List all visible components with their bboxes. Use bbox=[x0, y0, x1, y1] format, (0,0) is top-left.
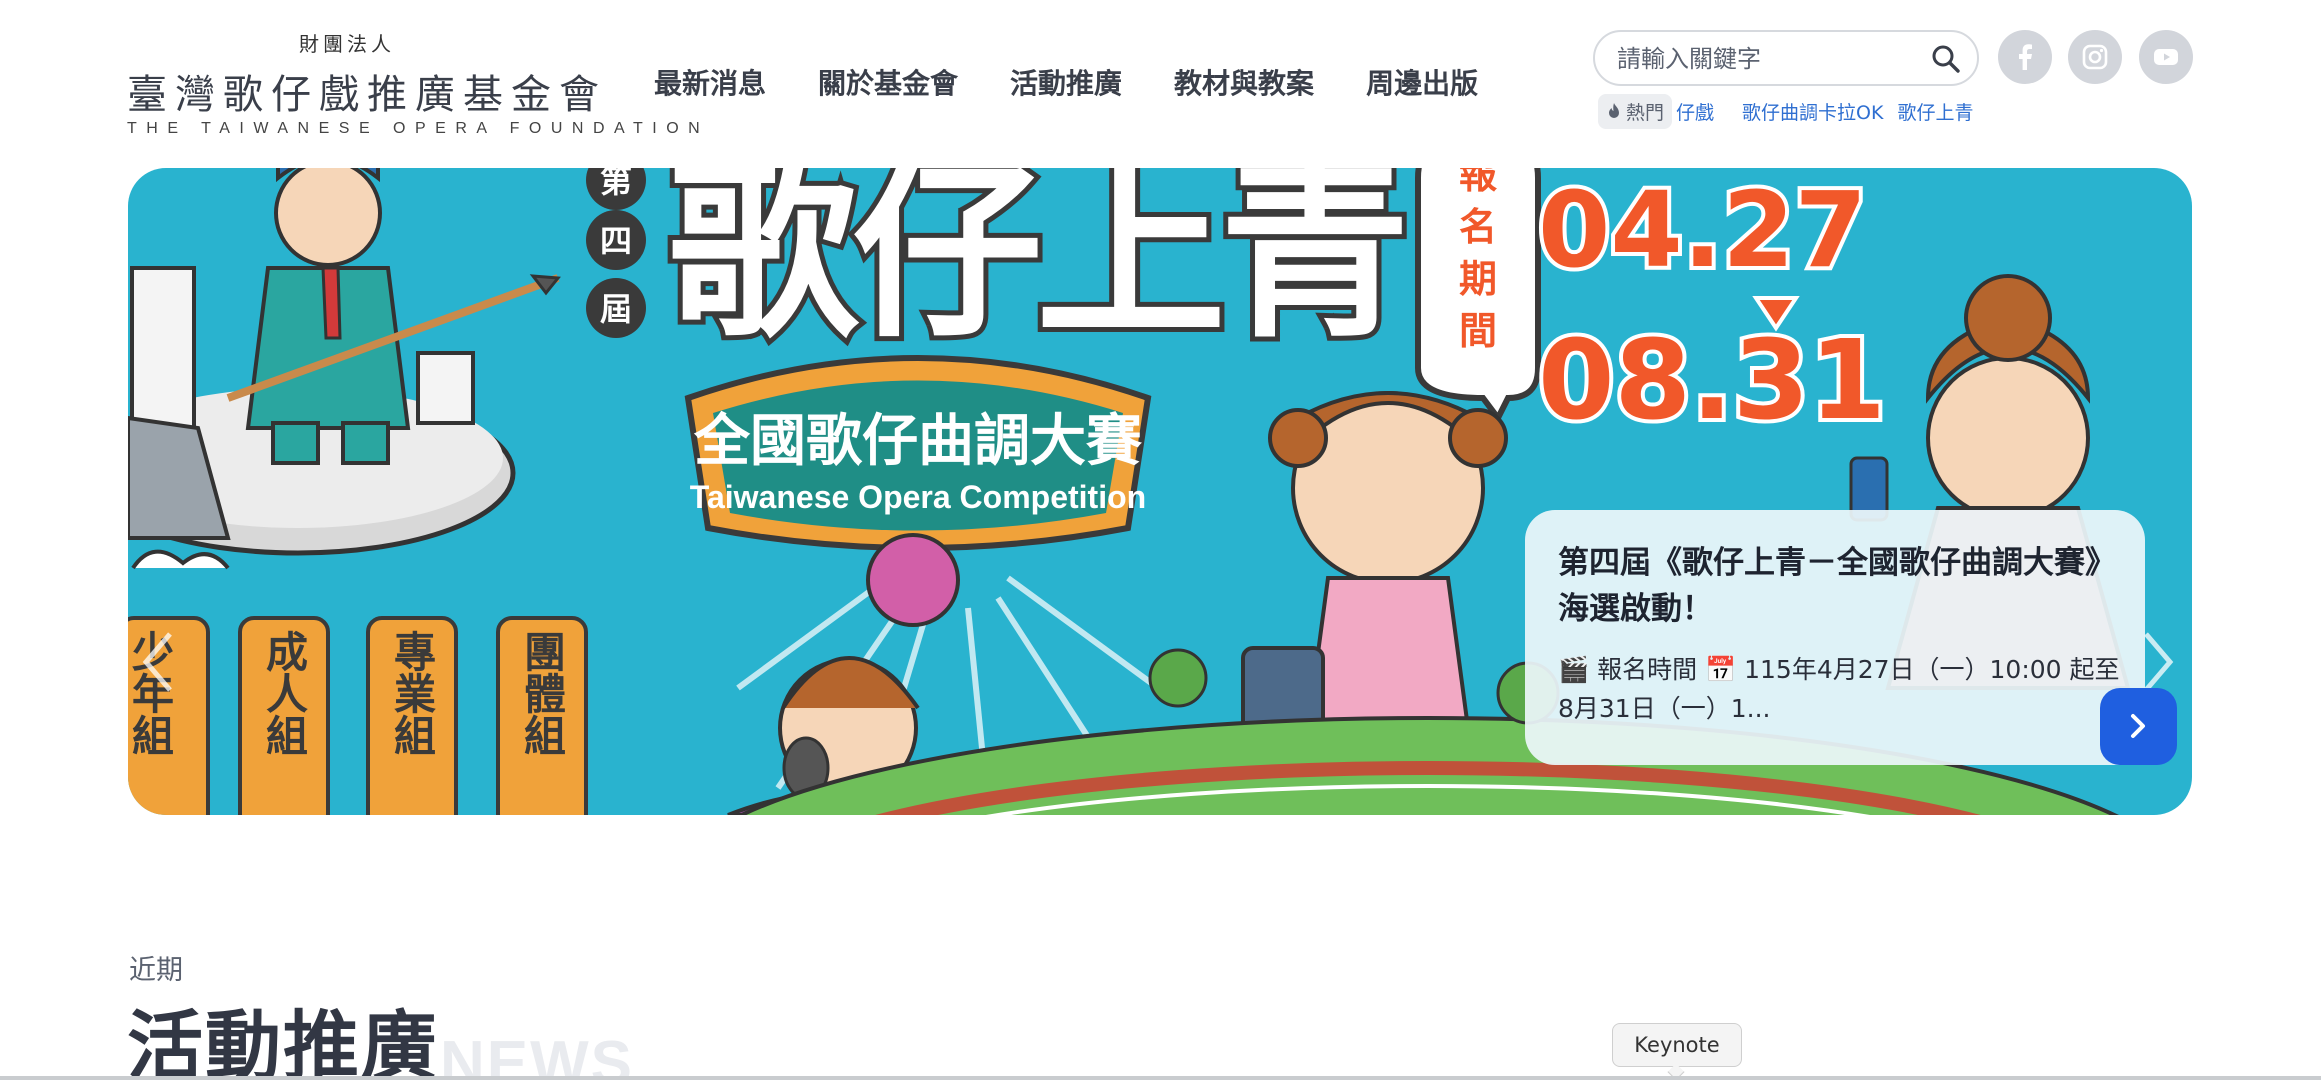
instagram-icon[interactable] bbox=[2068, 30, 2122, 84]
banner-group-3: 專業組 bbox=[388, 630, 437, 756]
search-box bbox=[1593, 30, 1979, 86]
flame-icon bbox=[1609, 103, 1619, 118]
banner-headline: 歌仔上青 bbox=[668, 168, 1404, 363]
banner-group-4: 團體組 bbox=[518, 630, 567, 756]
hot-badge: 熱門 bbox=[1598, 93, 1673, 129]
youtube-icon[interactable] bbox=[2139, 30, 2193, 84]
main-nav: 最新消息 關於基金會 活動推廣 教材與教案 周邊出版 bbox=[654, 62, 1478, 102]
dock-tooltip: Keynote bbox=[1612, 1023, 1742, 1067]
site-logo[interactable]: 財團法人 臺灣歌仔戲推廣基金會 THE TAIWANESE OPERA FOUN… bbox=[127, 28, 710, 140]
logo-english: THE TAIWANESE OPERA FOUNDATION bbox=[127, 120, 710, 137]
section-ghost-text: NEWS bbox=[440, 1029, 634, 1080]
logo-subtitle: 財團法人 bbox=[299, 32, 395, 56]
chevron-right-icon bbox=[2131, 714, 2145, 738]
nav-item-publications[interactable]: 周邊出版 bbox=[1366, 62, 1478, 102]
banner-edition-2: 四 bbox=[600, 222, 632, 260]
search-input[interactable] bbox=[1617, 42, 1917, 76]
hot-link-competition[interactable]: 歌仔上青 bbox=[1897, 98, 1973, 125]
banner-contest-en: Taiwanese Opera Competition bbox=[690, 479, 1146, 515]
carousel-prev-icon[interactable] bbox=[140, 630, 176, 698]
banner-group-2: 成人組 bbox=[260, 630, 309, 756]
banner-date-end: 08.31 bbox=[1538, 316, 1886, 444]
banner-period-1: 報 bbox=[1459, 168, 1497, 197]
banner-period-4: 間 bbox=[1459, 309, 1497, 353]
search-icon[interactable] bbox=[1931, 44, 1961, 74]
slide-more-button[interactable] bbox=[2100, 688, 2177, 765]
logo-title: 臺灣歌仔戲推廣基金會 bbox=[127, 72, 607, 118]
facebook-icon[interactable] bbox=[1998, 30, 2052, 84]
hot-link-karaoke[interactable]: 歌仔曲調卡拉OK bbox=[1742, 98, 1883, 125]
banner-date-start: 04.27 bbox=[1538, 169, 1867, 291]
banner-contest-zh: 全國歌仔曲調大賽 bbox=[693, 409, 1142, 474]
hot-keywords: 熱門 仔戲 歌仔曲調卡拉OK 歌仔上青 bbox=[1598, 93, 2056, 129]
nav-item-about[interactable]: 關於基金會 bbox=[818, 62, 958, 102]
hot-link-opera[interactable]: 仔戲 bbox=[1676, 98, 1728, 125]
banner-edition-3: 屆 bbox=[600, 290, 632, 328]
slide-caption-card[interactable]: 第四屆《歌仔上青－全國歌仔曲調大賽》海選啟動！ 🎬 報名時間 📅 115年4月2… bbox=[1525, 510, 2145, 765]
nav-item-events[interactable]: 活動推廣 bbox=[1010, 62, 1122, 102]
nav-item-materials[interactable]: 教材與教案 bbox=[1174, 62, 1314, 102]
banner-edition-1: 第 bbox=[600, 168, 632, 200]
banner-period-2: 名 bbox=[1459, 205, 1497, 249]
slide-caption-text: 🎬 報名時間 📅 115年4月27日（一）10:00 起至 8月31日（一）1.… bbox=[1558, 655, 2120, 723]
nav-item-news[interactable]: 最新消息 bbox=[654, 62, 766, 102]
hot-label: 熱門 bbox=[1626, 101, 1665, 124]
section-eyebrow: 近期 bbox=[129, 955, 183, 986]
slide-caption-title: 第四屆《歌仔上青－全國歌仔曲調大賽》海選啟動！ bbox=[1558, 545, 2116, 627]
section-title: 活動推廣 bbox=[127, 1002, 439, 1080]
banner-period-3: 期 bbox=[1459, 257, 1497, 301]
dock-edge bbox=[0, 1076, 2321, 1080]
